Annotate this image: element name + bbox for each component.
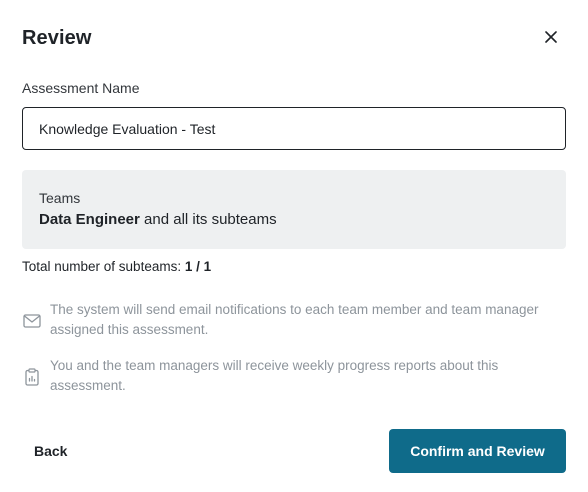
close-button[interactable] bbox=[538, 27, 564, 49]
teams-label: Teams bbox=[39, 190, 81, 206]
assessment-name-input[interactable] bbox=[22, 107, 566, 150]
clipboard-icon bbox=[22, 367, 42, 387]
subteams-count-value: 1 / 1 bbox=[184, 259, 212, 274]
email-notice: The system will send email notifications… bbox=[22, 300, 566, 342]
report-notice: You and the team managers will receive w… bbox=[22, 356, 566, 398]
report-notice-text: You and the team managers will receive w… bbox=[50, 358, 499, 393]
close-icon bbox=[545, 30, 557, 46]
teams-value: Data Engineer and all its subteams bbox=[39, 211, 277, 228]
review-dialog: Review Assessment Name Teams Data Engine… bbox=[0, 0, 588, 492]
back-button[interactable]: Back bbox=[22, 429, 78, 473]
team-name: Data Engineer bbox=[39, 211, 140, 228]
teams-panel: Teams Data Engineer and all its subteams bbox=[22, 170, 566, 249]
dialog-title: Review bbox=[22, 27, 92, 49]
subteams-count: Total number of subteams: 1 / 1 bbox=[22, 259, 211, 274]
assessment-name-label: Assessment Name bbox=[22, 80, 140, 96]
envelope-icon bbox=[22, 311, 42, 331]
team-suffix: and all its subteams bbox=[139, 211, 277, 228]
confirm-and-review-button[interactable]: Confirm and Review bbox=[389, 429, 566, 473]
email-notice-text: The system will send email notifications… bbox=[50, 302, 539, 337]
subteams-count-label: Total number of subteams: bbox=[22, 259, 185, 274]
